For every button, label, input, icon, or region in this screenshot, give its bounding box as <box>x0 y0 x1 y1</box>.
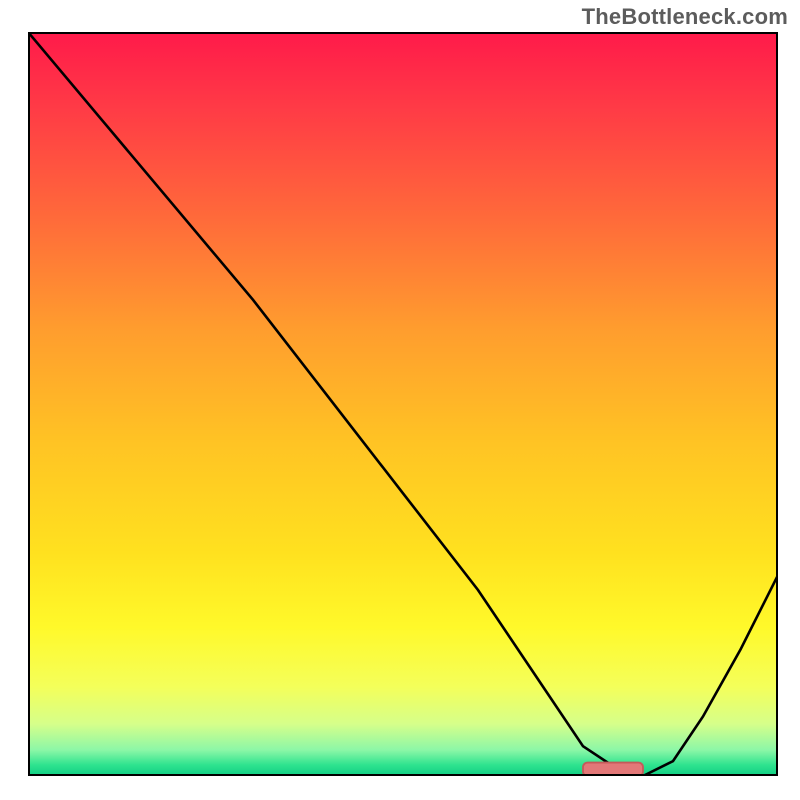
chart-container: TheBottleneck.com <box>0 0 800 800</box>
curve-layer <box>28 32 778 776</box>
optimal-marker <box>583 763 643 776</box>
watermark-text: TheBottleneck.com <box>582 4 788 30</box>
bottleneck-curve <box>28 32 778 776</box>
plot-area <box>28 32 778 776</box>
